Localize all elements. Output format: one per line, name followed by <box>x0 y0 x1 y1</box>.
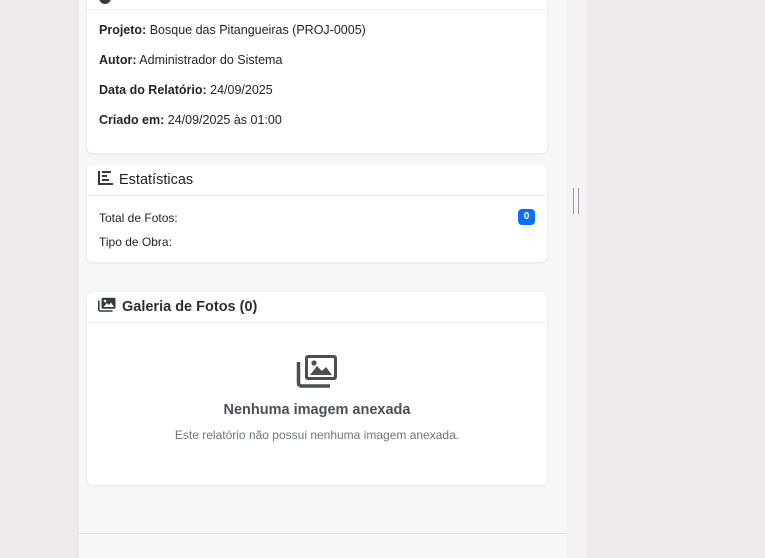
footer-divider <box>79 533 567 534</box>
photo-gallery-card-title: Galeria de Fotos (0) <box>122 299 258 315</box>
report-page: Projeto: Bosque das Pitangueiras (PROJ-0… <box>0 0 765 558</box>
info-label: Data do Relatório: <box>99 83 207 97</box>
statistics-card-header: Estatísticas <box>87 165 547 196</box>
info-value: Administrador do Sistema <box>139 53 283 67</box>
panel-resize-handle[interactable] <box>573 188 579 214</box>
photo-gallery-card: Galeria de Fotos (0) Nenhuma imagem anex… <box>87 292 547 485</box>
stat-label: Tipo de Obra: <box>99 235 172 249</box>
statistics-card-title: Estatísticas <box>119 172 194 188</box>
info-icon <box>99 0 111 4</box>
info-label: Autor: <box>99 53 137 67</box>
info-label: Projeto: <box>99 23 147 37</box>
statistics-card: Estatísticas Total de Fotos: 0 Tipo de O… <box>87 165 547 262</box>
info-row-project: Projeto: Bosque das Pitangueiras (PROJ-0… <box>99 23 366 37</box>
info-value: Bosque das Pitangueiras (PROJ-0005) <box>149 23 366 37</box>
info-value: 24/09/2025 <box>210 83 273 97</box>
bar-chart-icon <box>98 170 113 190</box>
empty-state-subtitle: Este relatório não possui nenhuma imagem… <box>174 428 460 442</box>
info-label: Criado em: <box>99 113 165 127</box>
photo-gallery-card-header: Galeria de Fotos (0) <box>87 292 547 323</box>
stat-row-work-type: Tipo de Obra: <box>99 235 535 249</box>
empty-images-icon <box>296 354 338 393</box>
info-row-author: Autor: Administrador do Sistema <box>99 53 282 67</box>
stat-row-total-photos: Total de Fotos: 0 <box>99 209 535 225</box>
info-value: 24/09/2025 às 01:00 <box>167 113 282 127</box>
info-row-created-at: Criado em: 24/09/2025 às 01:00 <box>99 113 282 127</box>
photo-count-badge: 0 <box>518 209 535 225</box>
report-info-card: Projeto: Bosque das Pitangueiras (PROJ-0… <box>87 0 547 153</box>
report-info-card-header <box>87 0 547 10</box>
side-panel-strip <box>567 0 586 558</box>
info-row-report-date: Data do Relatório: 24/09/2025 <box>99 83 273 97</box>
images-icon <box>98 297 116 317</box>
stat-label: Total de Fotos: <box>99 211 178 225</box>
empty-state-title: Nenhuma imagem anexada <box>223 402 411 418</box>
